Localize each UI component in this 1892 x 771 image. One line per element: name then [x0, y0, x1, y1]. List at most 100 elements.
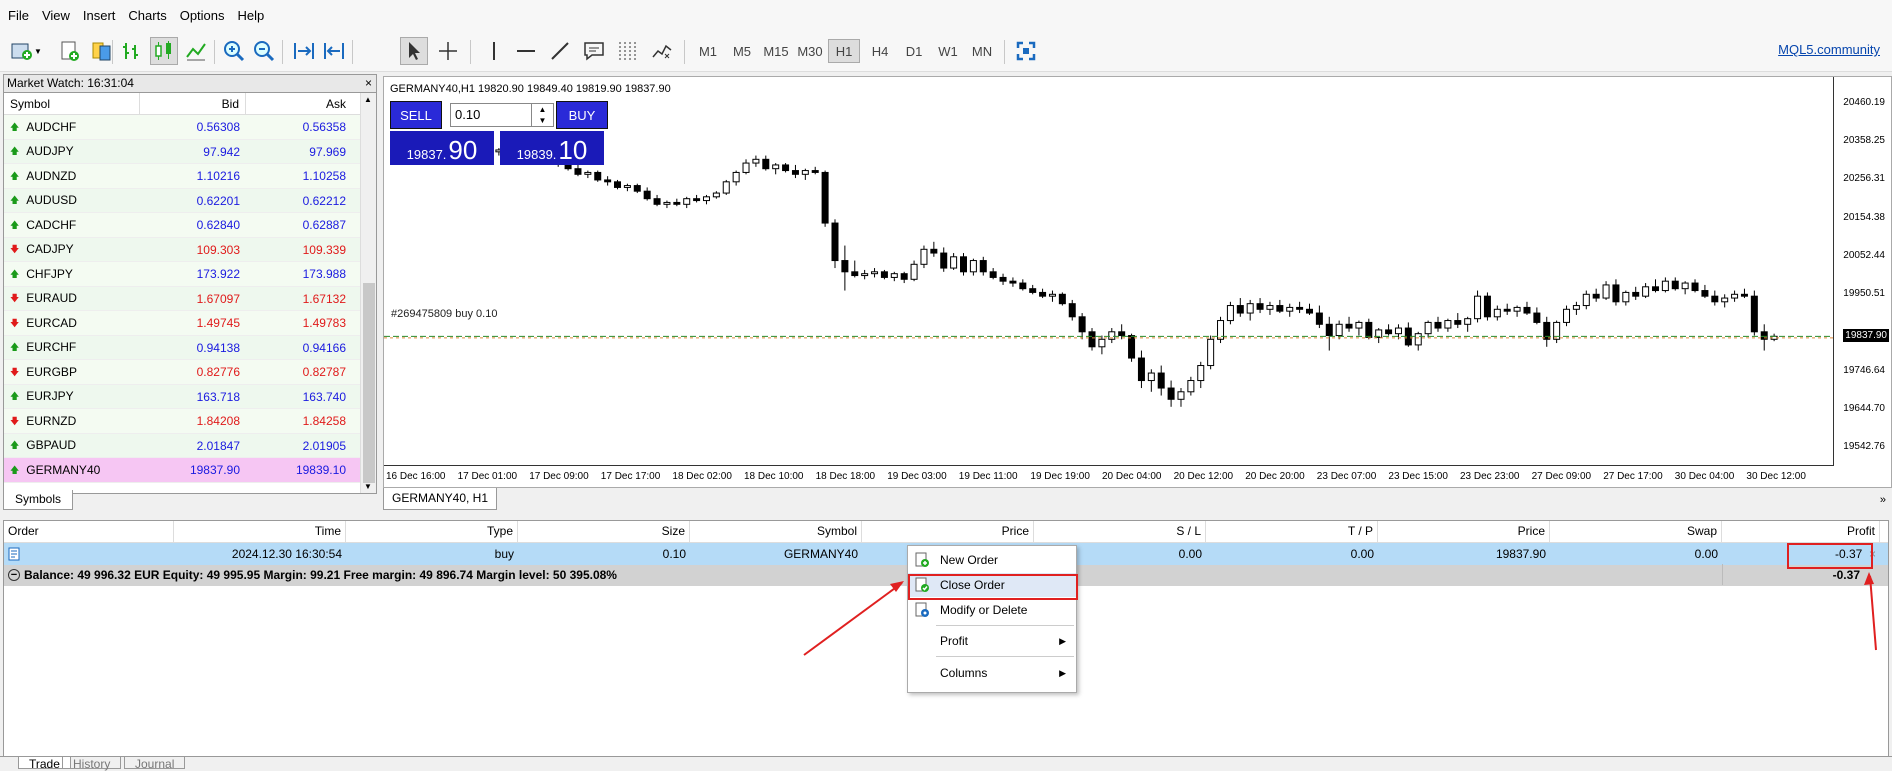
tf-h1[interactable]: H1 [828, 39, 860, 63]
tab-chart-germany40[interactable]: GERMANY40, H1 [383, 488, 497, 510]
horizontal-line-icon[interactable] [512, 37, 540, 65]
col-bid[interactable]: Bid [140, 93, 246, 114]
market-watch-row[interactable]: 🡅 AUDCHF 0.56308 0.56358 [4, 115, 376, 140]
market-watch-row[interactable]: 🡅 GERMANY40 19837.90 19839.10 [4, 458, 376, 483]
col-header[interactable]: Type [346, 521, 518, 542]
symbol-name: AUDCHF [26, 119, 77, 134]
col-header[interactable]: Symbol [690, 521, 862, 542]
candle-body [999, 276, 1007, 282]
x-tick-label: 17 Dec 09:00 [529, 471, 589, 482]
menu-help[interactable]: Help [238, 8, 265, 23]
menu-profit[interactable]: Profit ▶ [908, 629, 1076, 653]
new-chart-icon[interactable]: ▼ [8, 37, 44, 65]
col-header[interactable]: Swap [1550, 521, 1722, 542]
menu-options[interactable]: Options [180, 8, 225, 23]
market-watch-row[interactable]: 🡅 GBPAUD 2.01847 2.01905 [4, 433, 376, 458]
col-header[interactable]: Time [174, 521, 346, 542]
tf-w1[interactable]: W1 [932, 39, 964, 63]
vertical-line-icon[interactable] [480, 37, 508, 65]
col-header[interactable]: Order [4, 521, 174, 542]
market-watch-row[interactable]: 🡇 EURGBP 0.82776 0.82787 [4, 360, 376, 385]
zoom-in-icon[interactable] [220, 37, 248, 65]
chart-window[interactable]: GERMANY40,H1 19820.90 19849.40 19819.90 … [383, 76, 1892, 488]
close-icon[interactable]: × [365, 75, 372, 92]
tab-journal[interactable]: Journal [124, 757, 186, 771]
scroll-up-icon[interactable]: ▲ [364, 95, 372, 104]
tf-m15[interactable]: M15 [760, 39, 792, 63]
scroll-thumb[interactable] [363, 283, 375, 483]
market-watch-row[interactable]: 🡅 CADCHF 0.62840 0.62887 [4, 213, 376, 238]
candle-body [1118, 331, 1126, 337]
zoom-out-icon[interactable] [250, 37, 278, 65]
fibonacci-icon[interactable] [614, 37, 642, 65]
sell-button[interactable]: SELL [390, 101, 442, 129]
candle-body [1523, 306, 1531, 314]
tf-m5[interactable]: M5 [726, 39, 758, 63]
symbol-name: AUDNZD [26, 168, 77, 183]
market-watch-row[interactable]: 🡇 EURNZD 1.84208 1.84258 [4, 409, 376, 434]
sell-price[interactable]: 19837. 90 [390, 131, 494, 165]
market-watch-row[interactable]: 🡅 AUDUSD 0.62201 0.62212 [4, 188, 376, 213]
annotation-arrow-left [803, 581, 904, 656]
col-header[interactable]: Profit [1722, 521, 1880, 542]
fullscreen-icon[interactable] [1012, 37, 1040, 65]
tf-m30[interactable]: M30 [794, 39, 826, 63]
candle-body [1503, 308, 1511, 312]
market-watch-row[interactable]: 🡇 EURAUD 1.67097 1.67132 [4, 286, 376, 311]
candle-body [1424, 321, 1432, 335]
buy-price[interactable]: 19839. 10 [500, 131, 604, 165]
menu-charts[interactable]: Charts [128, 8, 166, 23]
menu-view[interactable]: View [42, 8, 70, 23]
trendline-icon[interactable] [546, 37, 574, 65]
menu-modify-delete[interactable]: Modify or Delete [908, 598, 1076, 622]
market-watch-row[interactable]: 🡅 AUDNZD 1.10216 1.10258 [4, 164, 376, 189]
chart-shift-icon[interactable] [320, 37, 348, 65]
tab-history[interactable]: History [62, 757, 122, 771]
profiles-icon[interactable] [56, 37, 84, 65]
mql5-community-link[interactable]: MQL5.community [1778, 42, 1880, 57]
menu-insert[interactable]: Insert [83, 8, 116, 23]
menu-file[interactable]: File [8, 8, 29, 23]
market-watch-row[interactable]: 🡅 EURCHF 0.94138 0.94166 [4, 335, 376, 360]
line-chart-icon[interactable] [182, 37, 210, 65]
tf-h4[interactable]: H4 [864, 39, 896, 63]
text-label-icon[interactable] [580, 37, 608, 65]
col-header[interactable]: S / L [1034, 521, 1206, 542]
market-watch-row[interactable]: 🡅 EURJPY 163.718 163.740 [4, 384, 376, 409]
market-watch-row[interactable]: 🡇 CADJPY 109.303 109.339 [4, 237, 376, 262]
tf-d1[interactable]: D1 [898, 39, 930, 63]
tab-symbols[interactable]: Symbols [3, 490, 73, 510]
candle-body [782, 164, 790, 172]
menu-columns[interactable]: Columns ▶ [908, 661, 1076, 685]
bar-chart-icon[interactable] [118, 37, 146, 65]
candlestick-icon[interactable] [150, 37, 178, 65]
collapse-circle-icon[interactable]: − [8, 569, 20, 581]
indicators-icon[interactable] [648, 37, 676, 65]
col-header[interactable]: T / P [1206, 521, 1378, 542]
col-symbol[interactable]: Symbol [4, 93, 140, 114]
col-header[interactable]: Size [518, 521, 690, 542]
col-ask[interactable]: Ask [246, 93, 352, 114]
ask-value: 19839.10 [295, 463, 346, 477]
scroll-down-icon[interactable]: ▼ [364, 482, 372, 491]
market-watch-scrollbar[interactable]: ▲ ▼ [360, 93, 376, 493]
market-watch-row[interactable]: 🡇 EURCAD 1.49745 1.49783 [4, 311, 376, 336]
lot-spinner[interactable]: ▲ ▼ [531, 104, 553, 126]
col-header[interactable]: Price [1378, 521, 1550, 542]
ask-value: 1.10258 [302, 169, 346, 183]
cursor-icon[interactable] [400, 37, 428, 65]
crosshair-icon[interactable] [434, 37, 462, 65]
collapse-icon[interactable]: » [1880, 494, 1886, 506]
autoscroll-icon[interactable] [290, 37, 318, 65]
market-watch-row[interactable]: 🡅 AUDJPY 97.942 97.969 [4, 139, 376, 164]
candle-body [890, 273, 898, 278]
candle-body [1622, 291, 1630, 303]
buy-button[interactable]: BUY [556, 101, 608, 129]
tf-mn[interactable]: MN [966, 39, 998, 63]
menu-new-order[interactable]: New Order [908, 548, 1076, 572]
lot-size-input[interactable]: 0.10 ▲ ▼ [450, 103, 554, 127]
candle-body [841, 260, 849, 273]
market-watch-row[interactable]: 🡅 CHFJPY 173.922 173.988 [4, 262, 376, 287]
tf-m1[interactable]: M1 [692, 39, 724, 63]
col-header[interactable]: Price [862, 521, 1034, 542]
